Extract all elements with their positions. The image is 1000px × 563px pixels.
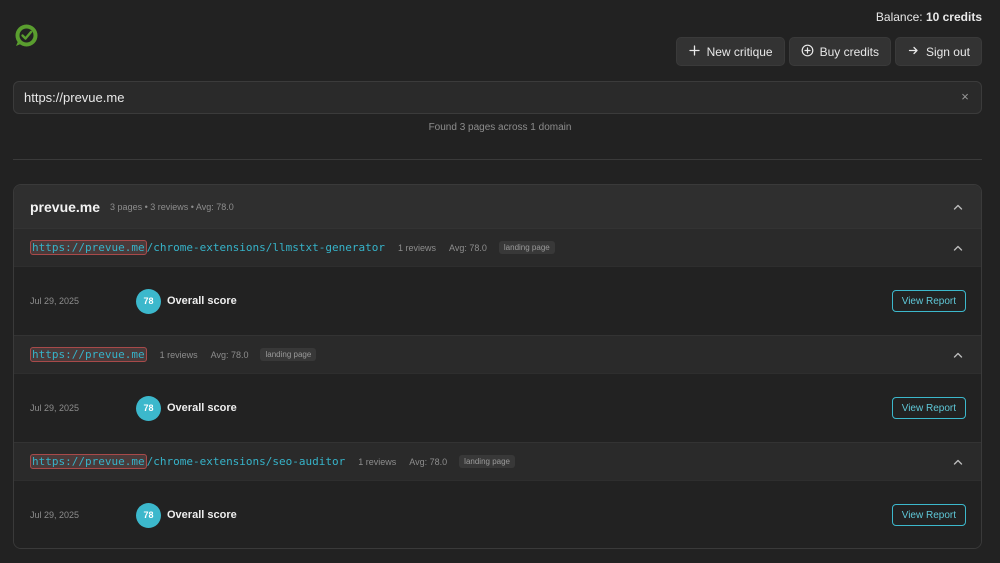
domain-header[interactable]: prevue.me 3 pages • 3 reviews • Avg: 78.… [14,185,981,228]
review-row: Jul 29, 2025 78 Overall score View Repor… [14,480,981,548]
view-report-button[interactable]: View Report [891,290,966,312]
buy-credits-label: Buy credits [819,44,879,59]
page-url-path: /chrome-extensions/seo-auditor [146,455,346,468]
divider [13,159,982,160]
score-badge: 78 [136,502,161,528]
page-average: Avg: 78.0 [409,456,448,467]
chevron-up-icon[interactable] [952,201,964,213]
arrow-right-icon [907,44,920,60]
app-logo-icon [13,22,40,49]
view-report-button[interactable]: View Report [891,504,966,526]
plus-circle-icon [801,44,814,60]
new-critique-button[interactable]: New critique [675,37,785,66]
page-url-domain: https://prevue.me [30,240,147,255]
page-type-tag: landing page [459,455,515,468]
page-type-tag: landing page [498,241,555,254]
page-header[interactable]: https://prevue.me/chrome-extensions/llms… [14,228,981,266]
sign-out-button[interactable]: Sign out [894,37,982,66]
balance-value: 10 credits [925,10,982,24]
page-url-domain: https://prevue.me [30,454,147,469]
new-critique-label: New critique [706,44,773,59]
chevron-up-icon[interactable] [952,349,964,361]
header-actions: New critique Buy credits Sign out [675,37,982,66]
page-review-count: 1 reviews [159,349,198,360]
url-search-input[interactable] [24,82,924,113]
score-label: Overall score [167,295,237,307]
page-header[interactable]: https://prevue.me 1 reviews Avg: 78.0 la… [14,335,981,373]
search-result-summary: Found 3 pages across 1 domain [428,122,572,133]
review-date: Jul 29, 2025 [30,296,80,306]
page-url: https://prevue.me/chrome-extensions/llms… [30,240,386,255]
domain-group: prevue.me 3 pages • 3 reviews • Avg: 78.… [13,184,982,549]
domain-title: prevue.me [30,198,101,215]
chevron-up-icon[interactable] [952,456,964,468]
review-row: Jul 29, 2025 78 Overall score View Repor… [14,266,981,335]
domain-meta: 3 pages • 3 reviews • Avg: 78.0 [110,201,234,212]
score-label: Overall score [167,509,237,521]
page-review-count: 1 reviews [398,242,437,253]
review-row: Jul 29, 2025 78 Overall score View Repor… [14,373,981,442]
credit-balance: Balance: 10 credits [876,10,982,24]
page-url: https://prevue.me [30,347,147,362]
balance-label: Balance: [875,10,926,24]
plus-icon [688,44,701,60]
review-date: Jul 29, 2025 [30,403,80,413]
page-url-domain: https://prevue.me [30,347,147,362]
page-url: https://prevue.me/chrome-extensions/seo-… [30,454,346,469]
sign-out-label: Sign out [925,44,970,59]
buy-credits-button[interactable]: Buy credits [788,37,891,66]
score-label: Overall score [167,402,237,414]
page-type-tag: landing page [260,348,317,361]
page-average: Avg: 78.0 [210,349,249,360]
page-header[interactable]: https://prevue.me/chrome-extensions/seo-… [14,442,981,480]
clear-icon[interactable]: × [959,90,971,103]
page-url-path: /chrome-extensions/llmstxt-generator [146,241,386,254]
chevron-up-icon[interactable] [952,242,964,254]
url-search-bar: × [13,81,982,114]
view-report-button[interactable]: View Report [891,397,966,419]
review-date: Jul 29, 2025 [30,510,80,520]
score-badge: 78 [136,395,161,421]
page-average: Avg: 78.0 [449,242,487,253]
score-badge: 78 [136,288,161,314]
page-review-count: 1 reviews [358,456,397,467]
